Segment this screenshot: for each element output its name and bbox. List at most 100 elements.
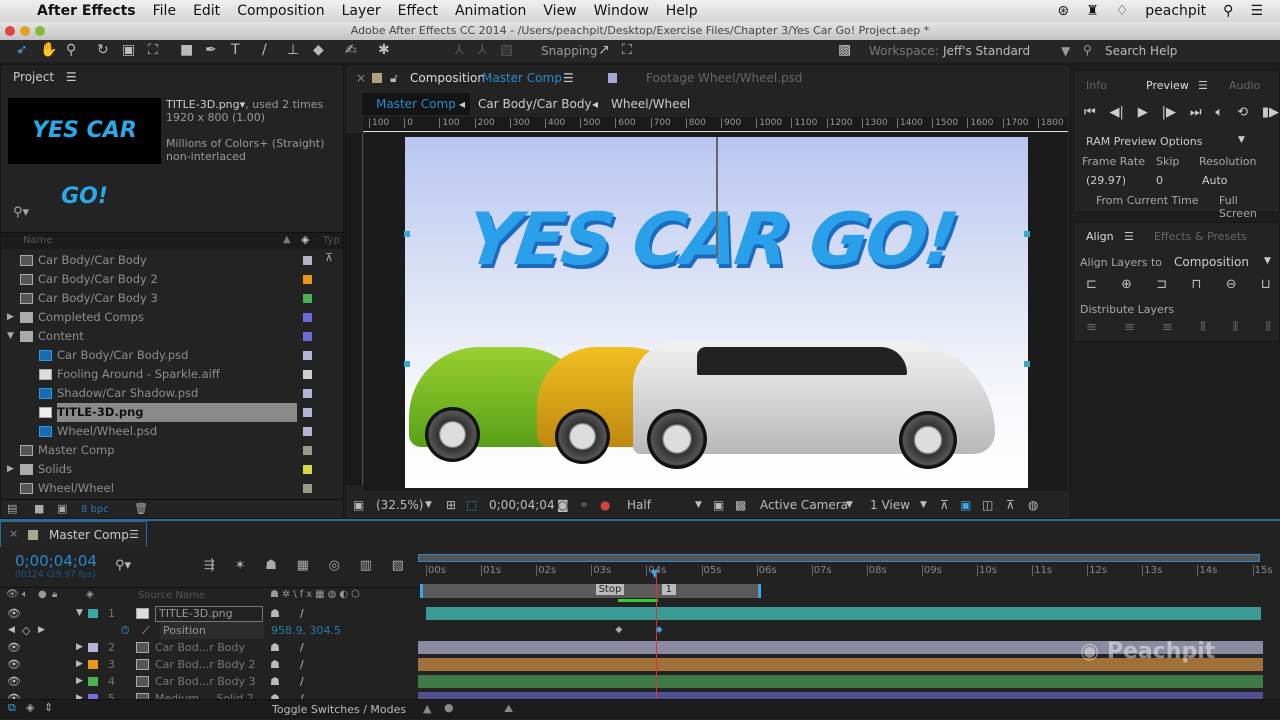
- distribute-top-icon[interactable]: ≡: [1086, 320, 1097, 335]
- layer-row[interactable]: 👁︎ ▼ 1 TITLE-3D.png ☗ /: [0, 605, 1280, 622]
- align-to-select[interactable]: Composition: [1174, 255, 1249, 269]
- time-ruler[interactable]: 00s 01s 02s 03s 04s 05s 06s 07s 08s 09s 10s 11s 12s 1…: [418, 554, 1272, 604]
- creative-cloud-icon[interactable]: ⊛: [1057, 3, 1069, 19]
- solo-switch-icon[interactable]: ●: [38, 589, 47, 600]
- label-color-swatch[interactable]: [303, 256, 312, 265]
- vertical-ruler[interactable]: [346, 133, 363, 485]
- menu-view[interactable]: View: [543, 3, 576, 19]
- label-column-icon[interactable]: ◈: [86, 589, 94, 600]
- twirl-open-icon[interactable]: ▼: [76, 605, 83, 622]
- panel-menu-icon[interactable]: ☰: [1124, 230, 1134, 243]
- quality-switch-icon[interactable]: /: [300, 605, 304, 622]
- stopwatch-icon[interactable]: ⏱: [121, 622, 130, 639]
- tab-info[interactable]: Info: [1086, 79, 1107, 92]
- previous-frame-icon[interactable]: ◀|: [1110, 105, 1124, 120]
- view-layout-select[interactable]: 1 View: [870, 493, 910, 517]
- puppet-tool-icon[interactable]: ✱: [378, 42, 390, 58]
- quality-switch-icon[interactable]: /: [300, 673, 304, 690]
- project-item[interactable]: Wheel/Wheel: [1, 479, 341, 498]
- bit-depth-button[interactable]: 8 bpc: [81, 504, 109, 515]
- camera-tool-icon[interactable]: ▣: [122, 42, 135, 58]
- align-hcenter-icon[interactable]: ⊕: [1121, 277, 1132, 292]
- next-frame-icon[interactable]: |▶: [1162, 105, 1176, 120]
- close-tab-icon[interactable]: ×: [9, 527, 18, 540]
- disclosure-closed-icon[interactable]: ▶: [7, 460, 14, 479]
- disclosure-closed-icon[interactable]: ▶: [7, 308, 14, 327]
- project-item[interactable]: Car Body/Car Body 2: [1, 270, 341, 289]
- distribute-right-icon[interactable]: ⫴: [1266, 320, 1271, 335]
- align-vcenter-icon[interactable]: ⊖: [1226, 277, 1237, 292]
- camera-view-select[interactable]: Active Camera: [760, 493, 848, 517]
- project-item[interactable]: TITLE-3D.png: [1, 403, 341, 422]
- app-menu[interactable]: After Effects: [37, 3, 136, 19]
- lock-icon[interactable]: 🔓︎: [390, 65, 398, 91]
- from-current-time-checkbox[interactable]: From Current Time: [1096, 194, 1198, 207]
- project-item[interactable]: Car Body/Car Body 3: [1, 289, 341, 308]
- layer-row[interactable]: 👁︎ ▶ 4 Car Bod...r Body 3 ☗ /: [0, 673, 1280, 690]
- zoom-out-icon[interactable]: ▲: [423, 702, 431, 715]
- graph-icon[interactable]: ⟋: [142, 622, 150, 639]
- project-item[interactable]: Car Body/Car Body: [1, 251, 341, 270]
- project-item[interactable]: ▶ Solids: [1, 460, 341, 479]
- rectangle-tool-icon[interactable]: ■: [180, 42, 193, 58]
- current-time-field[interactable]: 0;00;04;04: [15, 552, 97, 570]
- distribute-bottom-icon[interactable]: ≡: [1162, 320, 1173, 335]
- frame-blending-icon[interactable]: ▦: [297, 558, 309, 573]
- layer-name[interactable]: Car Bod...r Body 2: [155, 656, 255, 673]
- timeline-icon[interactable]: ◫: [982, 493, 993, 517]
- rotate-tool-icon[interactable]: ↻: [97, 42, 109, 58]
- ram-preview-options[interactable]: RAM Preview Options: [1086, 135, 1202, 148]
- list-icon[interactable]: ☰: [1250, 3, 1263, 19]
- channel-icon[interactable]: ●: [600, 493, 610, 517]
- layer-duration-bar[interactable]: [426, 607, 1261, 620]
- layer-handle[interactable]: [1024, 231, 1030, 237]
- transfer-controls-icon[interactable]: ◈: [26, 701, 34, 714]
- project-item[interactable]: Fooling Around - Sparkle.aiff: [1, 365, 341, 384]
- label-color-swatch[interactable]: [303, 370, 312, 379]
- project-item[interactable]: ▶ Completed Comps: [1, 308, 341, 327]
- layer-label-color[interactable]: [88, 660, 98, 669]
- layer-label-color[interactable]: [88, 643, 98, 652]
- time-navigator[interactable]: [418, 554, 1260, 562]
- project-item[interactable]: ▼ Content: [1, 327, 341, 346]
- align-top-icon[interactable]: ⊓: [1191, 277, 1201, 292]
- full-screen-checkbox[interactable]: Full Screen: [1219, 194, 1279, 220]
- video-switch-icon[interactable]: 👁︎: [6, 589, 19, 600]
- type-tool-icon[interactable]: T: [231, 42, 240, 58]
- layer-handle[interactable]: [404, 231, 410, 237]
- panel-menu-icon[interactable]: ☰: [129, 528, 139, 541]
- interpret-footage-icon[interactable]: ▤: [7, 502, 17, 515]
- graph-editor-icon[interactable]: ▧: [392, 558, 404, 573]
- marker-stop[interactable]: Stop: [595, 584, 625, 595]
- type-column-header[interactable]: Typ: [323, 235, 340, 246]
- brainstorm-icon[interactable]: ▥: [360, 558, 372, 573]
- hand-tool-icon[interactable]: ✋: [40, 42, 57, 58]
- dropdown-icon[interactable]: ▼: [1238, 135, 1245, 145]
- label-color-swatch[interactable]: [303, 389, 312, 398]
- dropdown-icon[interactable]: ▼: [425, 493, 432, 517]
- label-color-swatch[interactable]: [303, 427, 312, 436]
- layer-name[interactable]: TITLE-3D.png: [155, 606, 263, 622]
- resolution-select[interactable]: Auto: [1202, 174, 1228, 187]
- exposure-icon[interactable]: ◍: [1028, 493, 1038, 517]
- label-color-swatch[interactable]: [303, 446, 312, 455]
- marker-1[interactable]: 1: [661, 584, 676, 595]
- eraser-tool-icon[interactable]: ◆: [313, 42, 324, 58]
- eye-icon[interactable]: 👁︎: [7, 639, 21, 656]
- snap-grid-icon[interactable]: ⛶: [622, 42, 632, 58]
- project-item[interactable]: Wheel/Wheel.psd: [1, 422, 341, 441]
- panel-menu-icon[interactable]: ☰: [563, 65, 574, 91]
- tab-effects-presets[interactable]: Effects & Presets: [1154, 230, 1247, 243]
- eye-icon[interactable]: 👁︎: [7, 656, 21, 673]
- layer-handle[interactable]: [404, 361, 410, 367]
- magnification-select[interactable]: (32.5%): [376, 493, 423, 517]
- breadcrumb-master-comp[interactable]: Master Comp: [362, 93, 470, 115]
- project-tab[interactable]: Project ☰: [1, 65, 343, 89]
- transparency-grid-icon[interactable]: ▩: [735, 493, 746, 517]
- quality-switch-icon[interactable]: /: [300, 639, 304, 656]
- twirl-closed-icon[interactable]: ▶: [76, 656, 83, 673]
- timeline-search-icon[interactable]: ⚲▾: [115, 558, 131, 573]
- disclosure-open-icon[interactable]: ▼: [7, 327, 14, 346]
- dropdown-icon[interactable]: ▼: [920, 493, 927, 517]
- project-item[interactable]: Shadow/Car Shadow.psd: [1, 384, 341, 403]
